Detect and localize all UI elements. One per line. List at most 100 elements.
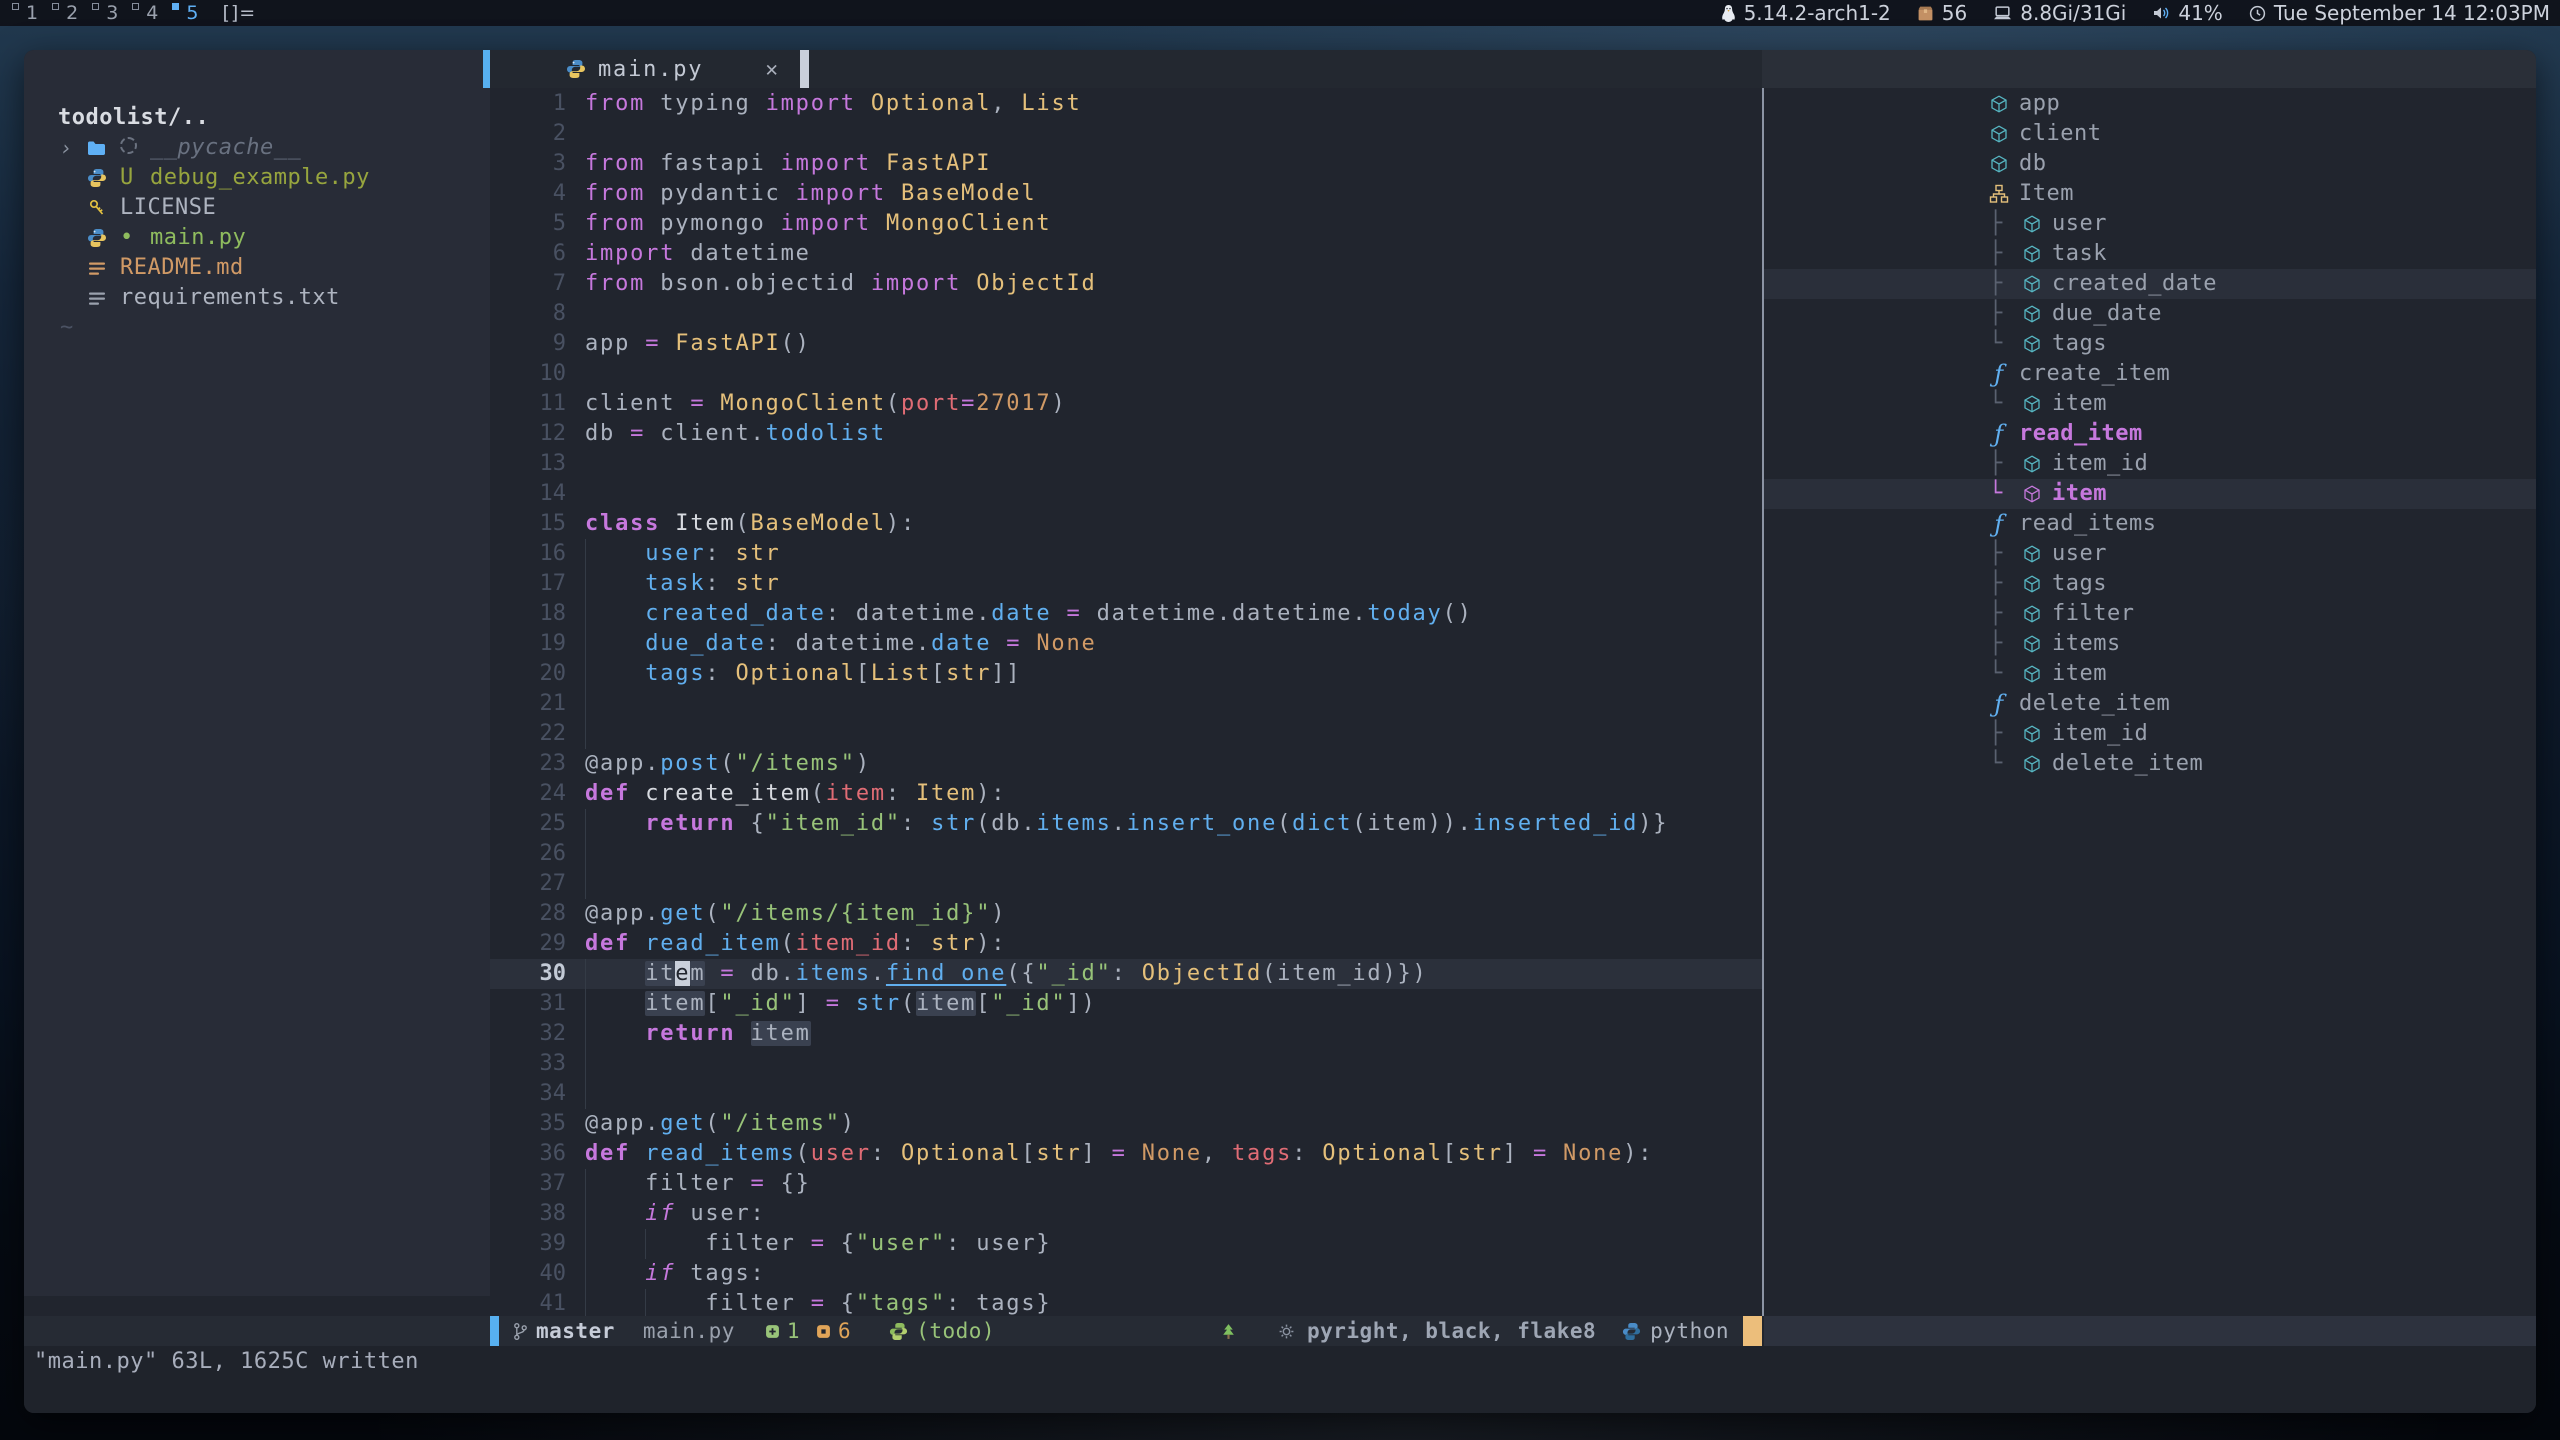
tree-item-readme-md[interactable]: README.md	[24, 253, 490, 283]
class-icon	[1989, 184, 2009, 204]
chevron-icon[interactable]: ›	[60, 133, 86, 163]
tree-item-debug-example-py[interactable]: Udebug_example.py	[24, 163, 490, 193]
code-line-26[interactable]: 26	[490, 839, 1762, 869]
symbol-delete_item[interactable]: ƒdelete_item	[1764, 689, 2536, 719]
code-line-28[interactable]: 28@app.get("/items/{item_id}")	[490, 899, 1762, 929]
code-line-39[interactable]: 39 filter = {"user": user}	[490, 1229, 1762, 1259]
indent-guide	[585, 869, 586, 899]
symbol-item[interactable]: └item	[1764, 659, 2536, 689]
symbol-read_items[interactable]: ƒread_items	[1764, 509, 2536, 539]
symbol-user[interactable]: ├user	[1764, 539, 2536, 569]
code-line-16[interactable]: 16 user: str	[490, 539, 1762, 569]
code-line-22[interactable]: 22	[490, 719, 1762, 749]
symbol-Item[interactable]: Item	[1764, 179, 2536, 209]
code-line-31[interactable]: 31 item["_id"] = str(item["_id"])	[490, 989, 1762, 1019]
layout-symbol[interactable]: []=	[222, 2, 256, 24]
variable-cube-icon	[2022, 244, 2042, 264]
workspace-5[interactable]: 5	[168, 0, 208, 26]
workspace-3[interactable]: 3	[88, 0, 128, 26]
file-tree-panel[interactable]: todolist/.. ›__pycache__Udebug_example.p…	[24, 50, 490, 1296]
code-line-2[interactable]: 2	[490, 119, 1762, 149]
symbol-app[interactable]: app	[1764, 89, 2536, 119]
status-clock-text: Tue September 14 12:03PM	[2274, 1, 2550, 25]
symbol-user[interactable]: ├user	[1764, 209, 2536, 239]
code-line-34[interactable]: 34	[490, 1079, 1762, 1109]
code-line-36[interactable]: 36def read_items(user: Optional[str] = N…	[490, 1139, 1762, 1169]
symbol-create_item[interactable]: ƒcreate_item	[1764, 359, 2536, 389]
line-number: 6	[490, 239, 566, 269]
code-line-12[interactable]: 12db = client.todolist	[490, 419, 1762, 449]
code-line-27[interactable]: 27	[490, 869, 1762, 899]
diff-added-count: 1	[787, 1319, 800, 1343]
code-line-14[interactable]: 14	[490, 479, 1762, 509]
line-number: 29	[490, 929, 566, 959]
symbol-items[interactable]: ├items	[1764, 629, 2536, 659]
symbol-task[interactable]: ├task	[1764, 239, 2536, 269]
code-editor[interactable]: 1from typing import Optional, List23from…	[490, 88, 1762, 1316]
symbol-created_date[interactable]: ├created_date	[1764, 269, 2536, 299]
code-line-10[interactable]: 10	[490, 359, 1762, 389]
code-line-21[interactable]: 21	[490, 689, 1762, 719]
symbol-item_id[interactable]: ├item_id	[1764, 449, 2536, 479]
tree-connector: ├	[1989, 569, 2022, 599]
code-line-6[interactable]: 6import datetime	[490, 239, 1762, 269]
code-line-13[interactable]: 13	[490, 449, 1762, 479]
code-line-15[interactable]: 15class Item(BaseModel):	[490, 509, 1762, 539]
code-line-4[interactable]: 4from pydantic import BaseModel	[490, 179, 1762, 209]
symbol-filter[interactable]: ├filter	[1764, 599, 2536, 629]
indent-guide	[585, 569, 586, 599]
code-line-3[interactable]: 3from fastapi import FastAPI	[490, 149, 1762, 179]
tree-item-main-py[interactable]: •main.py	[24, 223, 490, 253]
workspace-2[interactable]: 2	[48, 0, 88, 26]
code-line-40[interactable]: 40 if tags:	[490, 1259, 1762, 1289]
symbol-tags[interactable]: ├tags	[1764, 569, 2536, 599]
code-line-32[interactable]: 32 return item	[490, 1019, 1762, 1049]
symbol-item_id[interactable]: ├item_id	[1764, 719, 2536, 749]
code-line-1[interactable]: 1from typing import Optional, List	[490, 89, 1762, 119]
code-line-7[interactable]: 7from bson.objectid import ObjectId	[490, 269, 1762, 299]
tree-item-requirements-txt[interactable]: requirements.txt	[24, 283, 490, 313]
code-line-23[interactable]: 23@app.post("/items")	[490, 749, 1762, 779]
line-number: 24	[490, 779, 566, 809]
symbol-due_date[interactable]: ├due_date	[1764, 299, 2536, 329]
code-line-35[interactable]: 35@app.get("/items")	[490, 1109, 1762, 1139]
code-line-41[interactable]: 41 filter = {"tags": tags}	[490, 1289, 1762, 1316]
symbol-read_item[interactable]: ƒread_item	[1764, 419, 2536, 449]
terminal-window: todolist/.. ›__pycache__Udebug_example.p…	[24, 50, 2536, 1413]
tree-connector: └	[1989, 659, 2022, 689]
symbol-label: db	[2019, 149, 2047, 179]
close-icon[interactable]: ✕	[765, 57, 779, 81]
symbol-item[interactable]: └item	[1764, 479, 2536, 509]
code-line-24[interactable]: 24def create_item(item: Item):	[490, 779, 1762, 809]
symbol-label: Item	[2019, 179, 2074, 209]
code-line-8[interactable]: 8	[490, 299, 1762, 329]
code-line-37[interactable]: 37 filter = {}	[490, 1169, 1762, 1199]
tree-item--pycache-[interactable]: ›__pycache__	[24, 133, 490, 163]
code-line-20[interactable]: 20 tags: Optional[List[str]]	[490, 659, 1762, 689]
code-line-33[interactable]: 33	[490, 1049, 1762, 1079]
code-line-30[interactable]: 30 item = db.items.find_one({"_id": Obje…	[490, 959, 1762, 989]
line-number: 16	[490, 539, 566, 569]
symbols-outline[interactable]: appclientdbItem├user├task├created_date├d…	[1764, 88, 2536, 1316]
symbol-db[interactable]: db	[1764, 149, 2536, 179]
tree-root-folder[interactable]: todolist/..	[58, 103, 490, 133]
code-line-5[interactable]: 5from pymongo import MongoClient	[490, 209, 1762, 239]
line-number: 30	[490, 959, 566, 989]
symbol-client[interactable]: client	[1764, 119, 2536, 149]
tab-main-py[interactable]: main.py ✕	[490, 50, 810, 88]
code-line-19[interactable]: 19 due_date: datetime.date = None	[490, 629, 1762, 659]
workspace-1[interactable]: 1	[8, 0, 48, 26]
symbol-tags[interactable]: └tags	[1764, 329, 2536, 359]
code-line-17[interactable]: 17 task: str	[490, 569, 1762, 599]
symbol-delete_item[interactable]: └delete_item	[1764, 749, 2536, 779]
code-line-9[interactable]: 9app = FastAPI()	[490, 329, 1762, 359]
code-line-11[interactable]: 11client = MongoClient(port=27017)	[490, 389, 1762, 419]
symbol-item[interactable]: └item	[1764, 389, 2536, 419]
workspace-4[interactable]: 4	[128, 0, 168, 26]
code-line-38[interactable]: 38 if user:	[490, 1199, 1762, 1229]
code-line-29[interactable]: 29def read_item(item_id: str):	[490, 929, 1762, 959]
code-line-25[interactable]: 25 return {"item_id": str(db.items.inser…	[490, 809, 1762, 839]
variable-cube-icon	[2022, 544, 2042, 564]
tree-item-license[interactable]: LICENSE	[24, 193, 490, 223]
code-line-18[interactable]: 18 created_date: datetime.date = datetim…	[490, 599, 1762, 629]
